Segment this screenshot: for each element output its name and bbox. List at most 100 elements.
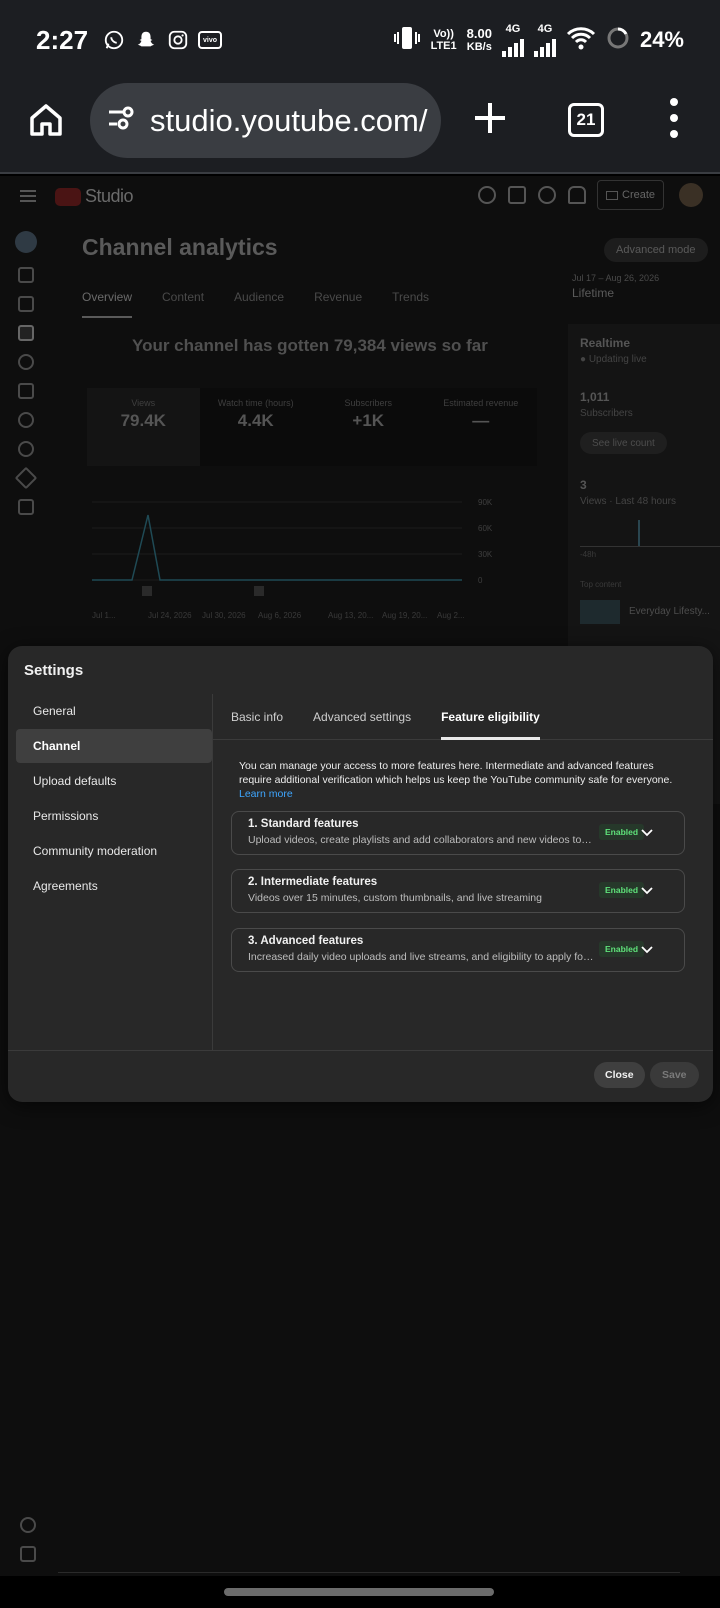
url-text: studio.youtube.com/ — [150, 102, 428, 138]
tab-content[interactable]: Content — [162, 290, 204, 318]
x-tick-label: Aug 13, 20... — [328, 611, 373, 620]
chevron-down-icon[interactable] — [637, 880, 657, 900]
chevron-down-icon[interactable] — [637, 939, 657, 959]
realtime-live: ● Updating live — [580, 354, 647, 365]
dashboard-icon[interactable] — [18, 267, 34, 283]
x-tick-label: Jul 1... — [92, 611, 116, 620]
metric-revenue[interactable]: Estimated revenue — — [424, 388, 537, 466]
nav-divider — [212, 694, 213, 1050]
x-tick-label: Jul 24, 2026 — [148, 611, 192, 620]
settings-gear-icon[interactable] — [20, 1517, 36, 1533]
audio-library-icon[interactable] — [18, 499, 34, 515]
metric-subscribers[interactable]: Subscribers +1K — [312, 388, 425, 466]
views-headline: Your channel has gotten 79,384 views so … — [132, 336, 488, 355]
signal-1: 4G — [501, 23, 524, 57]
community-icon[interactable] — [18, 354, 34, 370]
vivo-icon: vivo — [198, 31, 223, 49]
tab-revenue[interactable]: Revenue — [314, 290, 362, 318]
copyright-icon[interactable] — [18, 412, 34, 428]
tab-overview[interactable]: Overview — [82, 290, 133, 318]
more-options-icon[interactable] — [668, 98, 680, 138]
metric-views[interactable]: Views 79.4K — [87, 388, 200, 466]
chevron-down-icon[interactable] — [637, 822, 657, 842]
battery-icon — [606, 26, 630, 55]
content-icon[interactable] — [18, 296, 34, 312]
page-title: Channel analytics — [82, 234, 278, 260]
notifications-icon[interactable] — [568, 186, 586, 204]
tab-advanced-settings[interactable]: Advanced settings — [313, 694, 411, 740]
metric-cards: Views 79.4K Watch time (hours) 4.4K Subs… — [87, 388, 537, 466]
realtime-bar — [638, 520, 640, 546]
x-tick-label: Aug 19, 20... — [382, 611, 427, 620]
nav-general[interactable]: General — [16, 694, 212, 728]
realtime-axis — [580, 546, 720, 547]
settings-dialog: Settings General Channel Upload defaults… — [8, 646, 713, 1102]
close-button[interactable]: Close — [594, 1062, 645, 1088]
feature-title: 2. Intermediate features — [248, 876, 378, 888]
send-feedback-icon[interactable] — [20, 1546, 36, 1562]
nav-channel[interactable]: Channel — [16, 729, 212, 763]
feature-title: 1. Standard features — [248, 818, 359, 830]
advanced-mode-button[interactable]: Advanced mode — [604, 238, 708, 262]
header-icons — [478, 186, 586, 204]
signal-bars-icon — [501, 35, 524, 57]
tab-switcher-button[interactable]: 21 — [568, 103, 604, 137]
video-thumbnail[interactable] — [580, 600, 620, 624]
feedback-icon[interactable] — [508, 186, 526, 204]
earn-icon[interactable] — [18, 441, 34, 457]
learn-more-link[interactable]: Learn more — [239, 787, 679, 801]
whatsapp-icon — [102, 28, 126, 52]
nav-upload-defaults[interactable]: Upload defaults — [16, 764, 212, 798]
top-video-title[interactable]: Everyday Lifesty... — [629, 606, 710, 617]
tab-audience[interactable]: Audience — [234, 290, 284, 318]
tab-trends[interactable]: Trends — [392, 290, 429, 318]
realtime-subscribers: 1,011 — [580, 390, 610, 404]
new-tab-icon[interactable] — [470, 98, 510, 138]
tab-feature-eligibility[interactable]: Feature eligibility — [441, 694, 540, 740]
x-tick-label: Aug 6, 2026 — [258, 611, 302, 620]
series-line — [92, 514, 462, 581]
top-content-label: Top content — [580, 580, 622, 589]
feature-intermediate[interactable]: 2. Intermediate features Videos over 15 … — [231, 869, 685, 913]
channel-tabs: Basic info Advanced settings Feature eli… — [213, 694, 713, 740]
url-bar[interactable]: studio.youtube.com/ — [90, 83, 441, 158]
site-settings-icon[interactable] — [106, 103, 136, 138]
signal-2: 4G — [533, 23, 556, 57]
studio-logo[interactable]: Studio — [55, 186, 134, 207]
metric-watch-time[interactable]: Watch time (hours) 4.4K — [199, 388, 312, 466]
feature-description: Videos over 15 minutes, custom thumbnail… — [248, 892, 542, 904]
x-tick-label: Aug 2... — [437, 611, 465, 620]
menu-icon[interactable] — [20, 190, 36, 202]
analytics-tabs: Overview Content Audience Revenue Trends — [82, 290, 429, 318]
customization-icon[interactable] — [14, 466, 38, 490]
analytics-icon[interactable] — [18, 325, 34, 341]
sidebar-bottom — [20, 1517, 36, 1575]
realtime-views: 3 — [580, 478, 587, 492]
channel-avatar[interactable] — [15, 231, 37, 253]
feature-advanced[interactable]: 3. Advanced features Increased daily vid… — [231, 928, 685, 972]
gesture-bar[interactable] — [224, 1588, 494, 1596]
divider — [58, 1572, 680, 1573]
search-icon[interactable] — [478, 186, 496, 204]
feature-standard[interactable]: 1. Standard features Upload videos, crea… — [231, 811, 685, 855]
date-range-label[interactable]: Lifetime — [572, 286, 614, 300]
save-button[interactable]: Save — [650, 1062, 699, 1088]
account-avatar[interactable] — [679, 183, 703, 207]
feature-description: Upload videos, create playlists and add … — [248, 834, 594, 846]
network-speed: 8.00 KB/s — [466, 25, 492, 53]
subtitles-icon[interactable] — [18, 383, 34, 399]
studio-sidebar — [14, 231, 38, 528]
help-icon[interactable] — [538, 186, 556, 204]
nav-community-moderation[interactable]: Community moderation — [16, 834, 212, 868]
nav-permissions[interactable]: Permissions — [16, 799, 212, 833]
tab-basic-info[interactable]: Basic info — [231, 694, 283, 740]
video-marker — [142, 586, 152, 596]
status-time: 2:27 — [36, 24, 89, 55]
nav-agreements[interactable]: Agreements — [16, 869, 212, 903]
y-tick-label: 30K — [478, 550, 493, 559]
footer-divider — [8, 1050, 713, 1051]
feature-title: 3. Advanced features — [248, 935, 364, 947]
see-live-count-button[interactable]: See live count — [580, 432, 667, 454]
create-button[interactable]: Create — [597, 180, 665, 210]
home-icon[interactable] — [26, 100, 66, 140]
